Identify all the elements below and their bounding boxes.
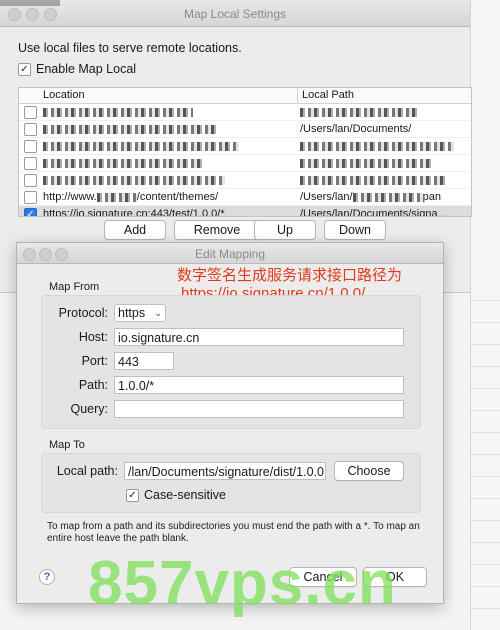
redacted-text (43, 175, 225, 185)
redacted-text (300, 107, 420, 117)
column-header-local-path[interactable]: Local Path (297, 88, 354, 103)
local-path-label: Local path: (56, 464, 118, 478)
background-stripe (471, 432, 500, 433)
redacted-text (300, 175, 448, 185)
protocol-select[interactable]: https ⌄ (114, 304, 166, 322)
chevron-down-icon: ⌄ (154, 308, 162, 318)
row-enabled-checkbox[interactable] (24, 123, 37, 136)
background-stripe (471, 410, 500, 411)
path-label: Path: (78, 378, 108, 392)
local-path-input[interactable]: /lan/Documents/signature/dist/1.0.0 (124, 462, 326, 480)
help-button[interactable]: ? (39, 569, 55, 585)
host-input[interactable]: io.signature.cn (114, 328, 404, 346)
background-stripe (471, 388, 500, 389)
row-location: https://io.signature.cn:443/test/1.0.0/* (43, 208, 225, 217)
dialog-title: Edit Mapping (194, 247, 266, 261)
row-enabled-checkbox[interactable] (24, 106, 37, 119)
row-enabled-checkbox[interactable]: ✓ (24, 208, 37, 216)
redacted-text (43, 158, 202, 168)
up-button[interactable]: Up (254, 220, 316, 240)
map-from-label: Map From (49, 281, 100, 293)
window-edge-strip (0, 0, 60, 6)
row-enabled-checkbox[interactable] (24, 174, 37, 187)
redacted-text (352, 192, 423, 202)
map-from-group: Protocol: https ⌄ Host: io.signature.cn … (41, 295, 421, 429)
row-local-path (300, 106, 468, 118)
description-text: Use local files to serve remote location… (18, 41, 242, 55)
path-input[interactable]: 1.0.0/* (114, 376, 404, 394)
row-enabled-checkbox[interactable] (24, 191, 37, 204)
background-stripe (471, 322, 500, 323)
background-stripe (471, 454, 500, 455)
enable-map-local-checkbox[interactable]: ✓ (18, 62, 31, 76)
enable-map-local-row[interactable]: ✓ Enable Map Local (18, 62, 136, 76)
background-stripe (471, 498, 500, 499)
background-stripe (471, 300, 500, 301)
redacted-text (300, 158, 431, 168)
row-location (43, 140, 293, 152)
row-location (43, 106, 293, 118)
protocol-label: Protocol: (58, 306, 108, 320)
row-location (43, 123, 293, 135)
mappings-table: Location Local Path /Users/lan/Documents… (18, 87, 472, 217)
row-location (43, 174, 293, 186)
background-stripe (471, 476, 500, 477)
table-buttons: Add Remove Up Down (0, 220, 470, 240)
background-window-edge (470, 0, 500, 630)
case-sensitive-checkbox[interactable]: ✓ (126, 488, 139, 502)
down-button[interactable]: Down (324, 220, 386, 240)
window-title: Map Local Settings (183, 7, 287, 21)
redacted-text (300, 141, 454, 151)
column-header-location[interactable]: Location (43, 89, 85, 101)
enable-map-local-label: Enable Map Local (36, 62, 137, 76)
row-local-path: /Users/lan/pan (300, 191, 441, 203)
host-label: Host: (78, 330, 108, 344)
port-input[interactable]: 443 (114, 352, 174, 370)
table-row[interactable] (19, 172, 471, 189)
background-stripe (471, 366, 500, 367)
table-row[interactable] (19, 138, 471, 155)
case-sensitive-label: Case-sensitive (144, 488, 226, 502)
row-local-path (300, 157, 468, 169)
annotation-line-1: 数字签名生成服务请求接口路径为 (177, 267, 403, 284)
remove-button[interactable]: Remove (174, 220, 260, 240)
background-stripe (471, 542, 500, 543)
row-location (43, 157, 293, 169)
background-stripe (471, 608, 500, 609)
query-label: Query: (70, 402, 108, 416)
watermark: 857vps.cn (88, 549, 397, 618)
table-row[interactable]: http://www./content/themes/ /Users/lan/pa… (19, 189, 471, 206)
row-local-path: /Users/lan/Documents/ (300, 123, 412, 135)
row-location: http://www./content/themes/ (43, 191, 219, 203)
background-stripe (471, 520, 500, 521)
map-to-label: Map To (49, 439, 85, 451)
background-stripe (471, 564, 500, 565)
protocol-value: https (118, 306, 146, 320)
redacted-text (96, 192, 137, 202)
row-local-path (300, 140, 468, 152)
table-row[interactable]: /Users/lan/Documents/ (19, 121, 471, 138)
row-enabled-checkbox[interactable] (24, 157, 37, 170)
table-row[interactable] (19, 155, 471, 172)
redacted-text (43, 124, 216, 134)
dialog-title-bar: Edit Mapping (17, 243, 443, 264)
add-button[interactable]: Add (104, 220, 166, 240)
background-stripe (471, 344, 500, 345)
redacted-text (43, 107, 193, 117)
background-stripe (471, 586, 500, 587)
query-input[interactable] (114, 400, 404, 418)
row-enabled-checkbox[interactable] (24, 140, 37, 153)
table-row[interactable]: ✓ https://io.signature.cn:443/test/1.0.0/… (19, 206, 471, 217)
table-header: Location Local Path (19, 88, 471, 104)
title-bar: Map Local Settings (0, 0, 470, 27)
map-to-group: Local path: /lan/Documents/signature/dis… (41, 453, 421, 513)
row-local-path (300, 174, 468, 186)
case-sensitive-row[interactable]: ✓ Case-sensitive (126, 488, 226, 502)
redacted-text (43, 141, 239, 151)
port-label: Port: (81, 354, 108, 368)
table-row[interactable] (19, 104, 471, 121)
row-local-path: /Users/lan/Documents/signa... (300, 208, 447, 217)
help-note: To map from a path and its subdirectorie… (47, 521, 420, 544)
choose-button[interactable]: Choose (334, 461, 404, 481)
